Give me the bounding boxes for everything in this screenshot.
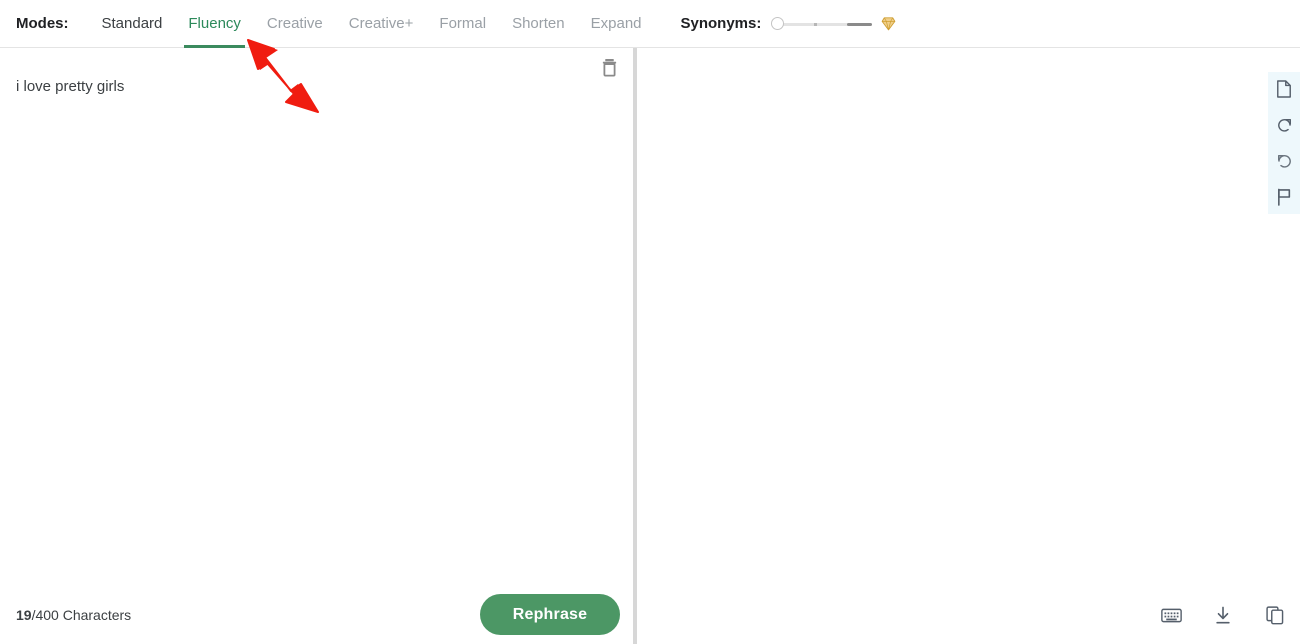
diamond-gem-icon xyxy=(879,15,897,33)
mode-tabs: Standard Fluency Creative Creative+ Form… xyxy=(89,0,655,48)
synonyms-slider[interactable] xyxy=(771,14,875,34)
output-pane xyxy=(637,48,1300,644)
input-footer: 19/400 Characters Rephrase xyxy=(0,586,633,644)
mode-tab-formal-label: Formal xyxy=(439,15,486,32)
redo-icon[interactable] xyxy=(1273,114,1295,136)
mode-tab-standard[interactable]: Standard xyxy=(89,0,176,48)
character-counter: 19/400 Characters xyxy=(16,607,131,623)
synonyms-slider-tick xyxy=(814,23,817,26)
synonyms-group: Synonyms: xyxy=(681,14,898,34)
input-editor[interactable]: i love pretty girls xyxy=(0,48,633,596)
output-footer xyxy=(1160,586,1286,644)
character-count-limit: /400 Characters xyxy=(32,607,132,623)
copy-icon[interactable] xyxy=(1264,604,1286,626)
mode-tab-expand-label: Expand xyxy=(591,15,642,32)
input-pane: i love pretty girls 19/400 Characters Re… xyxy=(0,48,633,644)
character-count-value: 19 xyxy=(16,607,32,623)
output-tool-rail xyxy=(1268,72,1300,214)
synonyms-slider-track-filled xyxy=(847,23,872,26)
mode-tab-standard-label: Standard xyxy=(102,15,163,32)
flag-icon[interactable] xyxy=(1273,186,1295,208)
mode-tab-creative-plus-label: Creative+ xyxy=(349,15,414,32)
mode-tab-fluency[interactable]: Fluency xyxy=(175,0,254,48)
modes-bar: Modes: Standard Fluency Creative Creativ… xyxy=(0,0,1300,48)
output-text xyxy=(637,48,1300,596)
paraphraser-app: Modes: Standard Fluency Creative Creativ… xyxy=(0,0,1300,644)
keyboard-icon[interactable] xyxy=(1160,604,1182,626)
download-icon[interactable] xyxy=(1212,604,1234,626)
mode-tab-creative-label: Creative xyxy=(267,15,323,32)
mode-tab-creative-plus[interactable]: Creative+ xyxy=(336,0,427,48)
mode-tab-fluency-label: Fluency xyxy=(188,15,241,32)
mode-tab-shorten[interactable]: Shorten xyxy=(499,0,578,48)
mode-tab-expand[interactable]: Expand xyxy=(578,0,655,48)
editor-panes: i love pretty girls 19/400 Characters Re… xyxy=(0,48,1300,644)
modes-label: Modes: xyxy=(16,15,69,32)
synonyms-label: Synonyms: xyxy=(681,15,762,32)
rephrase-button[interactable]: Rephrase xyxy=(480,594,620,635)
mode-tab-creative[interactable]: Creative xyxy=(254,0,336,48)
mode-tab-shorten-label: Shorten xyxy=(512,15,565,32)
mode-tab-formal[interactable]: Formal xyxy=(426,0,499,48)
document-icon[interactable] xyxy=(1273,78,1295,100)
undo-icon[interactable] xyxy=(1273,150,1295,172)
synonyms-slider-handle[interactable] xyxy=(771,17,784,30)
